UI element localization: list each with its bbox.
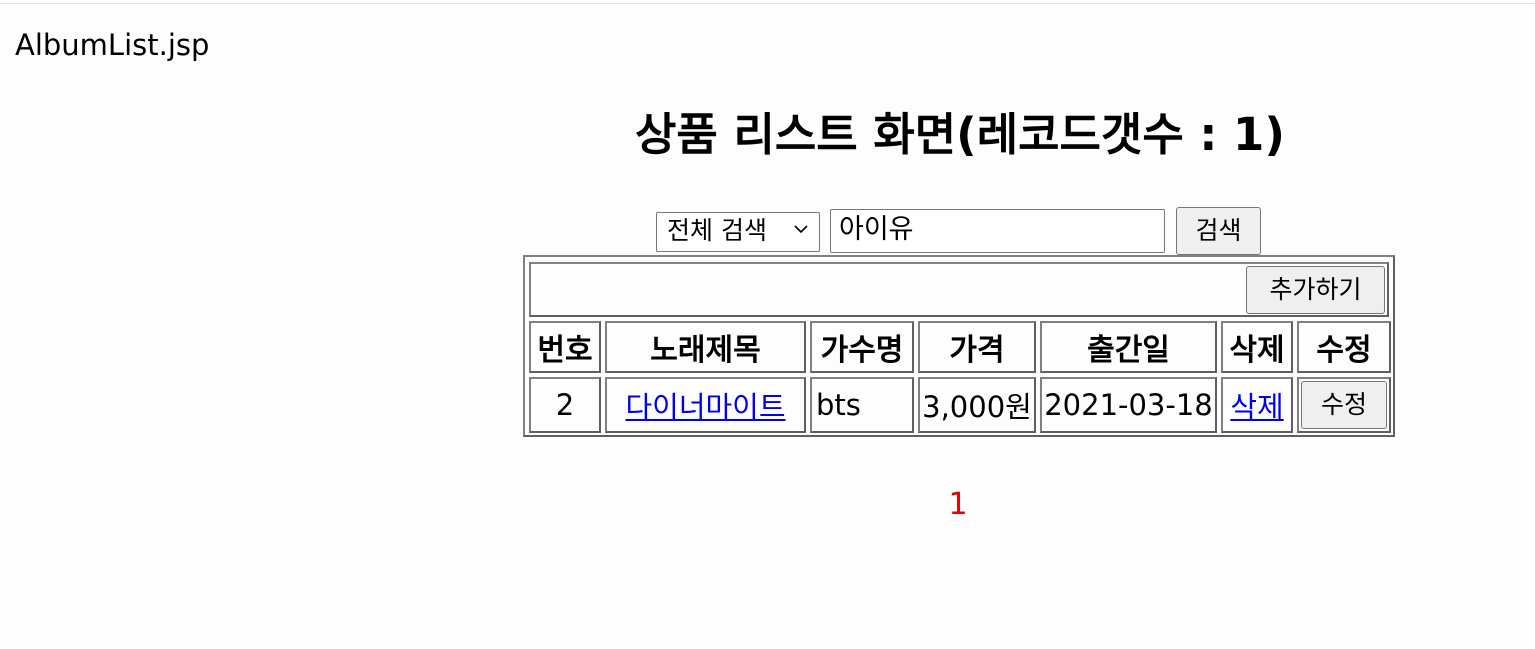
table-row-delete-cell: 삭제 <box>1221 377 1293 433</box>
header-date: 출간일 <box>1040 321 1217 373</box>
table-row-date: 2021-03-18 <box>1040 377 1217 433</box>
top-divider <box>0 3 1535 4</box>
table-add-row: 추가하기 <box>529 262 1389 317</box>
table-row-price: 3,000원 <box>918 377 1036 433</box>
pagination-page-1[interactable]: 1 <box>940 485 976 525</box>
search-button[interactable]: 검색 <box>1176 207 1261 255</box>
header-delete: 삭제 <box>1221 321 1293 373</box>
table-row-edit-cell: 수정 <box>1297 377 1391 433</box>
header-title: 노래제목 <box>605 321 806 373</box>
edit-button[interactable]: 수정 <box>1301 381 1387 429</box>
chevron-down-icon <box>794 225 808 234</box>
file-name-label: AlbumList.jsp <box>15 28 210 62</box>
search-input[interactable]: 아이유 <box>830 209 1165 253</box>
header-price: 가격 <box>918 321 1036 373</box>
header-no: 번호 <box>529 321 601 373</box>
table-row-artist: bts <box>810 377 914 433</box>
album-title-link[interactable]: 다이너마이트 <box>625 384 785 426</box>
table-row-title-cell: 다이너마이트 <box>605 377 806 433</box>
search-type-select[interactable]: 전체 검색 <box>656 212 820 252</box>
header-edit: 수정 <box>1297 321 1391 373</box>
search-input-value: 아이유 <box>839 214 914 245</box>
table-row-no: 2 <box>529 377 601 433</box>
delete-link[interactable]: 삭제 <box>1230 384 1283 426</box>
header-artist: 가수명 <box>810 321 914 373</box>
search-type-value: 전체 검색 <box>667 216 767 245</box>
page-title: 상품 리스트 화면(레코드갯수 : 1) <box>635 108 1285 161</box>
add-button[interactable]: 추가하기 <box>1246 265 1385 314</box>
album-table: 추가하기 번호 노래제목 가수명 가격 출간일 삭제 수정 2 다이너마이트 b… <box>523 255 1395 437</box>
